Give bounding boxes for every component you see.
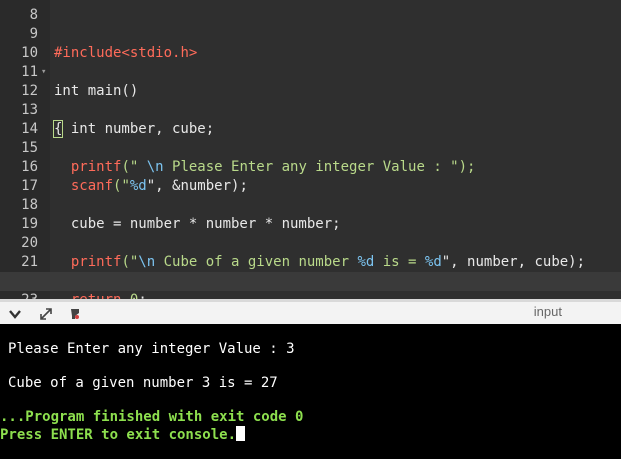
code-editor[interactable]: 8 9 #include<stdio.h> 10 11 int main() 1…	[0, 0, 621, 299]
chevron-down-icon[interactable]	[6, 305, 24, 323]
console-output[interactable]: Please Enter any integer Value : 3 Cube …	[0, 324, 621, 459]
console-toolbar: input	[0, 299, 621, 324]
text-cursor	[236, 426, 246, 441]
code-line: 18 cube = number * number * number;	[0, 177, 621, 232]
code-line: 15 printf(" \n Please Enter any integer …	[0, 120, 621, 175]
press-enter-message: Press ENTER to exit console.	[0, 427, 237, 443]
code-line: 20 printf("\n Cube of a given number %d …	[0, 215, 621, 270]
console-prompt-line: Please Enter any integer Value : 3	[8, 341, 295, 357]
code-line: 9 #include<stdio.h>	[0, 6, 621, 61]
code-line: 10	[0, 25, 621, 61]
line-number: 23	[0, 291, 38, 299]
fold-toggle-icon[interactable]: ▾	[41, 63, 46, 82]
console-result-line: Cube of a given number 3 is = 27	[8, 375, 278, 391]
exit-code-message: ...Program finished with exit code 0	[0, 409, 304, 425]
code-line: 21	[0, 234, 621, 270]
code-line: 14	[0, 101, 621, 137]
expand-icon[interactable]	[37, 305, 55, 323]
code-line: 22 return 0;	[0, 253, 621, 299]
code-line: 16 scanf("%d", &number);	[0, 139, 621, 194]
code-line: 12 ▾ {	[0, 63, 621, 138]
code-line: 11 int main()	[0, 44, 621, 99]
return-keyword: return	[71, 292, 122, 299]
tab-input[interactable]: input	[534, 304, 562, 319]
code-line: 17	[0, 158, 621, 194]
code-line: 19	[0, 196, 621, 232]
code-line: 13 int number, cube;	[0, 82, 621, 137]
code-line-active: 23 }	[0, 272, 621, 299]
settings-icon[interactable]	[66, 305, 84, 323]
